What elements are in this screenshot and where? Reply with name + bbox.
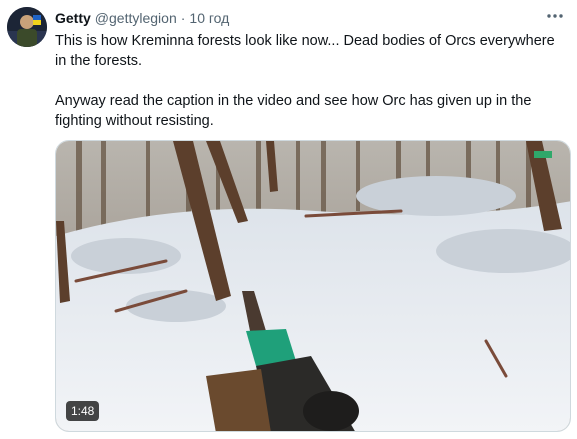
avatar[interactable]: [7, 7, 47, 47]
tweet-text-paragraph-1: This is how Kreminna forests look like n…: [55, 33, 555, 69]
video-player[interactable]: 1:48: [55, 140, 571, 432]
separator-dot: ·: [180, 10, 186, 26]
tweet-text-paragraph-2: Anyway read the caption in the video and…: [55, 93, 532, 129]
user-handle[interactable]: @gettylegion: [95, 10, 177, 26]
tweet-text: This is how Kreminna forests look like n…: [55, 31, 565, 131]
tweet-header: Getty @gettylegion · 10 год: [55, 9, 229, 27]
more-options-button[interactable]: [543, 6, 567, 26]
display-name[interactable]: Getty: [55, 10, 91, 26]
more-horizontal-icon: [547, 14, 563, 18]
video-duration-badge: 1:48: [66, 401, 100, 421]
video-thumbnail: [56, 141, 570, 431]
avatar-image: [7, 7, 47, 47]
timestamp[interactable]: 10 год: [189, 10, 229, 26]
